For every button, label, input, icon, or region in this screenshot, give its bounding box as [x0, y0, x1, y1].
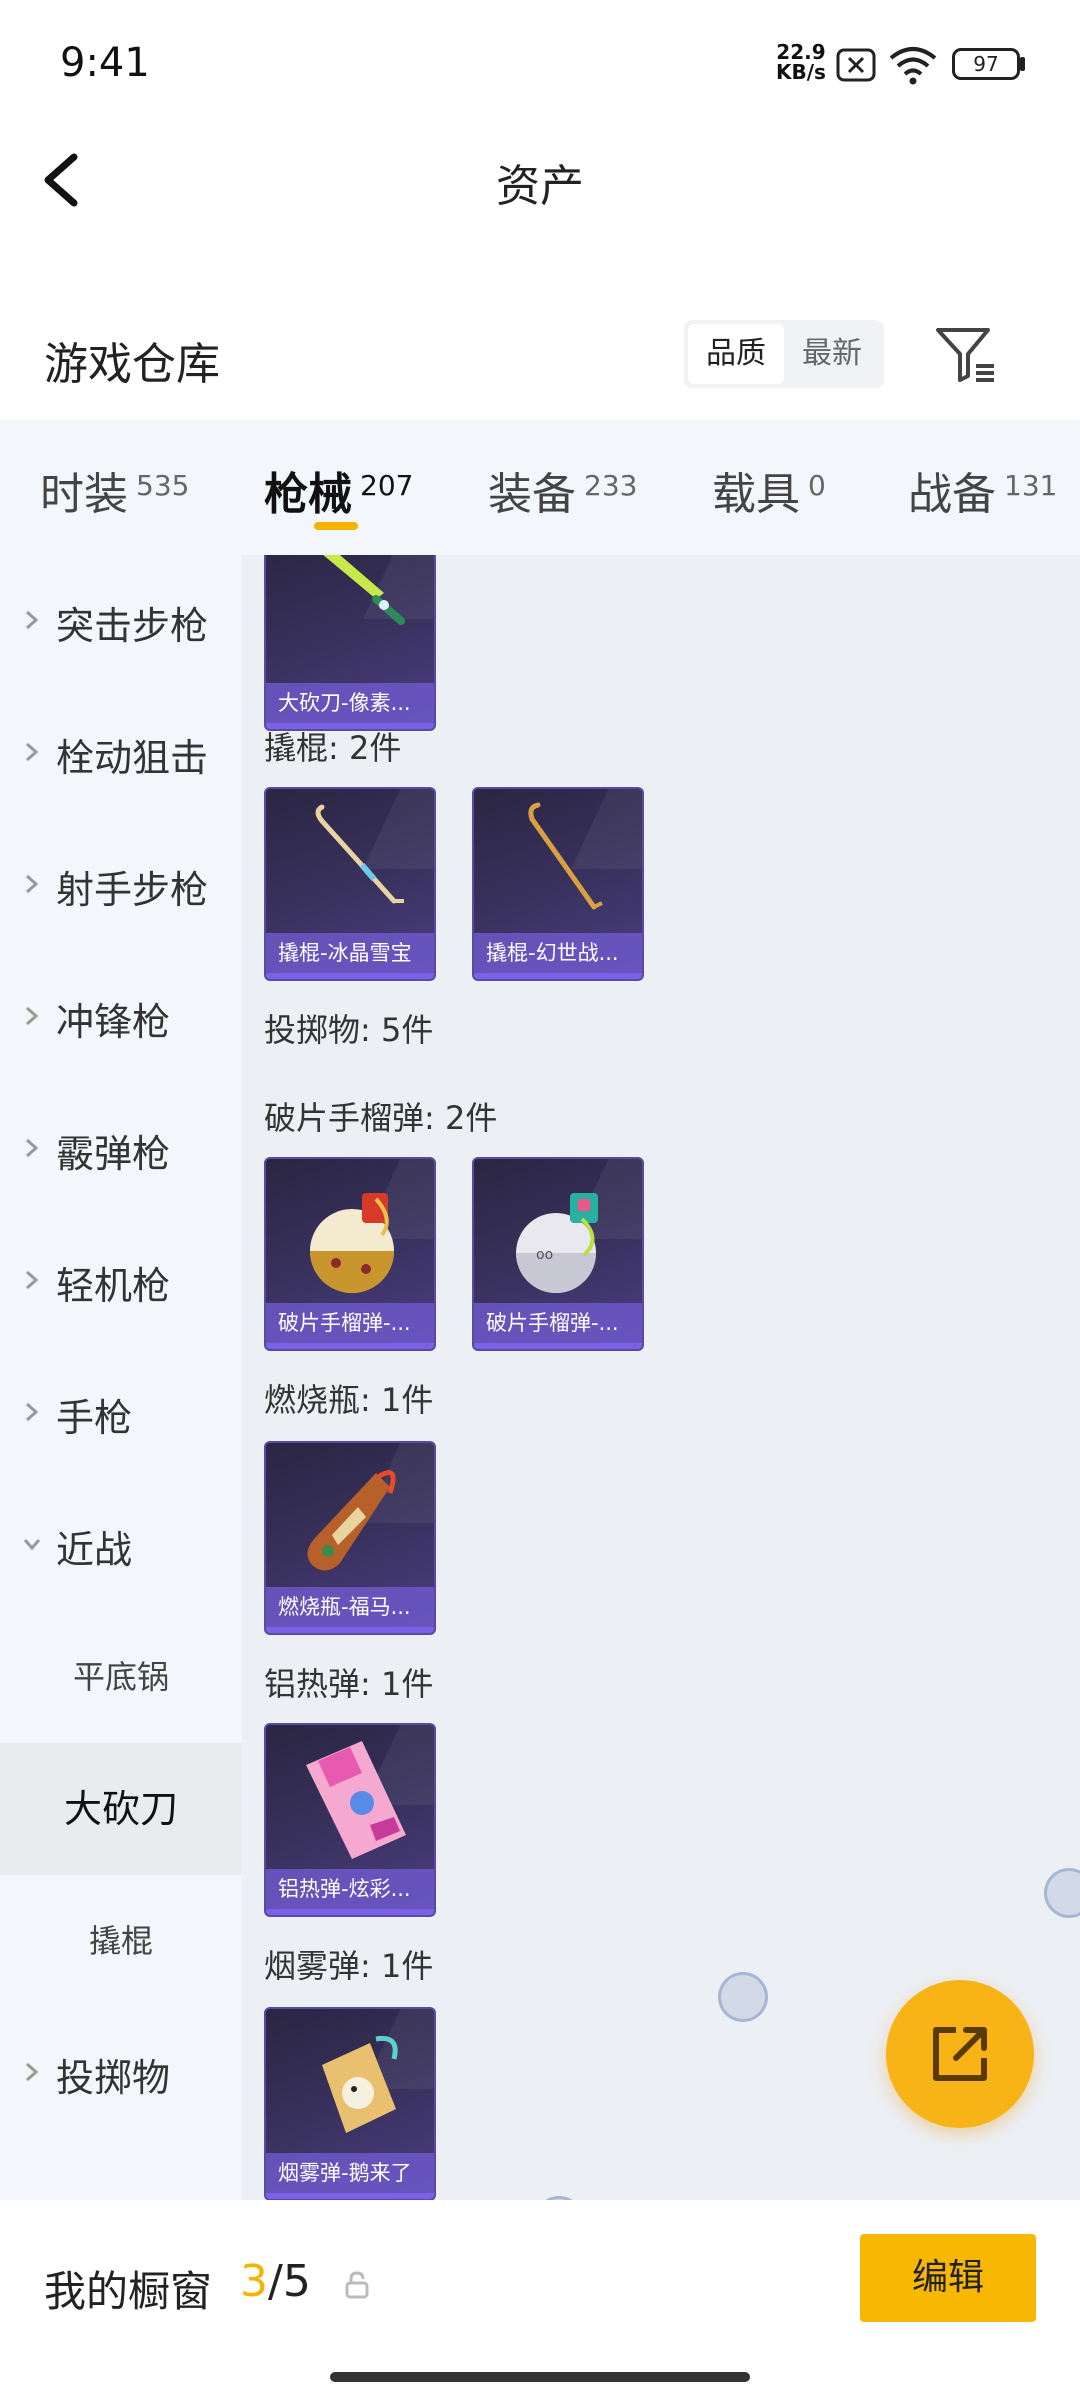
chevron-right-icon [26, 2062, 39, 2082]
battery-nub [1020, 57, 1025, 71]
chevron-right-icon [26, 1270, 39, 1290]
tab-equipment[interactable]: 装备 233 [488, 458, 637, 522]
item-card-smoke[interactable]: 烟雾弹-鹅来了 [264, 2007, 436, 2200]
rarity-stripe [266, 973, 434, 979]
sidebar-item-smg[interactable]: 冲锋枪 [0, 951, 242, 1083]
rarity-stripe [266, 1909, 434, 1915]
rarity-stripe [266, 1627, 434, 1633]
sidebar-subitem-frying-pan[interactable]: 平底锅 [0, 1611, 242, 1743]
sort-newest-button[interactable]: 最新 [784, 324, 880, 384]
chevron-right-icon [26, 1402, 39, 1422]
sidebar-item-shotgun[interactable]: 霰弹枪 [0, 1083, 242, 1215]
rarity-stripe [266, 2193, 434, 2199]
item-card-crowbar-2[interactable]: 撬棍-幻世战... [472, 787, 644, 981]
showcase-label: 我的橱窗 [44, 2267, 213, 2316]
sidebar-item-lmg[interactable]: 轻机枪 [0, 1215, 242, 1347]
tab-guns[interactable]: 枪械 207 [264, 458, 413, 522]
home-indicator[interactable] [330, 2372, 750, 2382]
share-icon [933, 2027, 987, 2081]
lock-icon [345, 2271, 369, 2299]
frag-grenade-image [310, 1193, 394, 1293]
crowbar-image [315, 804, 404, 904]
sidebar-subitem-machete[interactable]: 大砍刀 [0, 1743, 242, 1875]
thermite-grenade-image [306, 1741, 406, 1859]
rarity-stripe [474, 1343, 642, 1349]
group-label-throwables: 投掷物: 5件 [264, 1011, 434, 1049]
machete-image [323, 555, 405, 625]
group-label-molotov: 燃烧瓶: 1件 [264, 1381, 434, 1419]
section-title: 游戏仓库 [44, 339, 220, 390]
sidebar-item-pistol[interactable]: 手枪 [0, 1347, 242, 1479]
item-card-crowbar-1[interactable]: 撬棍-冰晶雪宝 [264, 787, 436, 981]
share-button[interactable] [886, 1980, 1034, 2128]
network-speed: 22.9 KB/s [776, 40, 826, 84]
molotov-image [307, 1470, 396, 1571]
crowbar-image [528, 802, 603, 910]
rarity-stripe [474, 973, 642, 979]
no-sim-icon [836, 48, 876, 82]
group-label-smoke: 烟雾弹: 1件 [264, 1947, 434, 1985]
item-card-frag-grenade-1[interactable]: 破片手榴弹-... [264, 1157, 436, 1351]
battery-icon: 97 [952, 48, 1020, 80]
touch-indicator [718, 1972, 768, 2022]
sidebar-item-melee[interactable]: 近战 [0, 1479, 242, 1611]
svg-text:oo: oo [536, 1247, 553, 1263]
tab-supplies[interactable]: 战备 131 [908, 458, 1057, 522]
wifi-icon [889, 47, 937, 85]
chevron-right-icon [26, 1006, 39, 1026]
item-card-machete[interactable]: 大砍刀-像素... [264, 555, 436, 731]
sidebar: 突击步枪 栓动狙击 射手步枪 冲锋枪 霰弹枪 轻机枪 手枪 近战 平底锅 大砍刀… [0, 555, 242, 2200]
tab-fashion[interactable]: 时装 535 [40, 458, 189, 522]
item-card-frag-grenade-2[interactable]: oo 破片手榴弹-... [472, 1157, 644, 1351]
clock: 9:41 [60, 40, 150, 86]
chevron-down-icon [23, 1539, 41, 1551]
rarity-stripe [266, 1343, 434, 1349]
chevron-right-icon [26, 742, 39, 762]
sidebar-item-marksman-rifle[interactable]: 射手步枪 [0, 819, 242, 951]
active-tab-indicator [314, 522, 358, 530]
sort-quality-button[interactable]: 品质 [688, 324, 784, 384]
sidebar-item-assault-rifle[interactable]: 突击步枪 [0, 555, 242, 687]
chevron-right-icon [26, 1138, 39, 1158]
edit-button[interactable]: 编辑 [860, 2234, 1036, 2322]
status-bar: 9:41 22.9 KB/s 97 [0, 0, 1080, 130]
tab-vehicles[interactable]: 载具 0 [712, 458, 826, 522]
group-label-crowbar: 撬棍: 2件 [264, 729, 402, 767]
smoke-grenade-image [322, 2035, 398, 2133]
group-label-thermite: 铝热弹: 1件 [264, 1665, 434, 1703]
page-title: 资产 [496, 161, 584, 212]
showcase-count: 3/5 [240, 2256, 311, 2307]
frag-grenade-image: oo [516, 1193, 598, 1293]
showcase-bar: 我的橱窗 3/5 编辑 [0, 2200, 1080, 2400]
item-card-molotov[interactable]: 燃烧瓶-福马... [264, 1441, 436, 1635]
filter-icon[interactable] [930, 320, 1000, 390]
sidebar-item-throwables[interactable]: 投掷物 [0, 2007, 242, 2139]
sort-toggle: 品质 最新 [684, 320, 884, 388]
item-card-thermite[interactable]: 铝热弹-炫彩... [264, 1723, 436, 1917]
category-tabs: 时装 535 枪械 207 装备 233 载具 0 战备 131 [0, 420, 1080, 555]
chevron-right-icon [26, 874, 39, 894]
sidebar-subitem-crowbar[interactable]: 撬棍 [0, 1875, 242, 2007]
item-list: 大砍刀-像素... 撬棍: 2件 撬棍-冰晶雪宝 撬棍-幻世战... 投掷物: … [242, 555, 1080, 2200]
chevron-right-icon [26, 610, 39, 630]
group-label-frag-grenade: 破片手榴弹: 2件 [264, 1099, 498, 1137]
sidebar-item-bolt-sniper[interactable]: 栓动狙击 [0, 687, 242, 819]
